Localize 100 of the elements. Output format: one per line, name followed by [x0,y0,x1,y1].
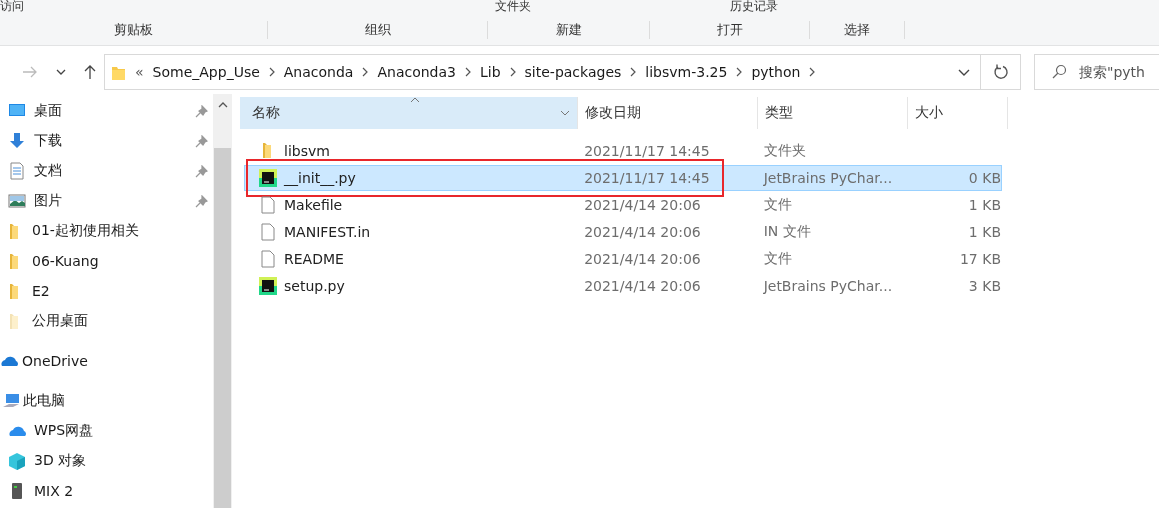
scrollbar[interactable] [213,94,232,508]
computer-icon [2,392,20,410]
breadcrumb-item[interactable]: Lib [480,64,501,80]
chevron-down-icon[interactable] [56,69,66,75]
breadcrumb-item[interactable]: python [751,64,801,80]
overflow-chevron[interactable]: « [135,64,144,80]
up-arrow-icon[interactable] [84,64,96,80]
column-header[interactable]: 类型 [758,97,908,129]
file-row[interactable]: libsvm 2021/11/17 14:45 文件夹 [244,138,1002,164]
file-row[interactable]: setup.py 2021/4/14 20:06 JetBrains PyChar... 3 KB [244,273,1002,299]
chevron-right-icon [268,67,275,77]
file-icon [259,250,277,268]
ribbon-label[interactable]: 历史记录 [730,0,778,12]
sidebar-label: 桌面 [34,102,62,120]
file-name: __init__.py [284,170,356,186]
ribbon-label[interactable]: 访问 [0,0,24,12]
file-size: 1 KB [968,224,1001,240]
breadcrumb-item[interactable]: site-packages [524,64,622,80]
chevron-right-icon [509,67,516,77]
file-icon [259,196,277,214]
file-size: 17 KB [959,251,1001,267]
sidebar-item[interactable]: E2 [0,276,213,306]
chevron-right-icon [809,67,816,77]
group-label: 选择 [810,20,905,39]
file-row[interactable]: README 2021/4/14 20:06 文件 17 KB [244,246,1002,272]
sidebar-item[interactable]: 公用桌面 [0,306,213,336]
scroll-thumb[interactable] [214,148,231,508]
breadcrumb-item[interactable]: Anaconda [283,64,354,80]
refresh-icon [992,64,1009,80]
file-type: 文件夹 [763,142,806,160]
file-date: 2021/4/14 20:06 [584,278,701,294]
column-header[interactable]: 名称 [240,97,578,129]
refresh-button[interactable] [981,54,1021,90]
search-icon [1051,64,1067,80]
file-type: IN 文件 [763,223,811,241]
sidebar-label: MIX 2 [34,483,74,499]
chevron-right-icon [362,67,369,77]
file-size: 0 KB [968,170,1001,186]
chevron-down-icon [560,110,570,116]
sidebar-label: 01-起初使用相关 [32,222,139,240]
sidebar-item[interactable]: MIX 2 [0,476,213,506]
chevron-right-icon [465,67,471,77]
address-bar[interactable]: « Some_App_Use Anaconda Anaconda3 Lib site-packages libsvm-3.25 python [104,54,981,90]
file-icon [259,223,277,241]
sidebar-item[interactable]: WPS网盘 [0,416,213,446]
file-date: 2021/4/14 20:06 [584,251,701,267]
file-row[interactable]: Makefile 2021/4/14 20:06 文件 1 KB [244,192,1002,218]
file-name: libsvm [284,143,330,159]
sidebar-label: 文档 [34,162,62,180]
sidebar-item[interactable]: OneDrive [0,346,213,376]
chevron-right-icon [630,67,637,77]
group-label: 剪贴板 [0,20,268,39]
search-box[interactable]: 搜索"pyth [1034,54,1159,90]
file-type: 文件 [763,250,792,268]
breadcrumb-item[interactable]: libsvm-3.25 [645,64,728,80]
picture-icon [8,192,26,210]
chevron-down-icon [958,68,970,76]
sidebar-label: 下载 [34,132,62,150]
column-header[interactable]: 大小 [908,97,1008,129]
file-type: 文件 [763,196,792,214]
down-arrow-icon [8,132,26,150]
file-name: README [284,251,344,267]
sidebar-item[interactable]: 06-Kuang [0,246,213,276]
file-date: 2021/11/17 14:45 [584,170,710,186]
group-label: 新建 [488,20,650,39]
file-size: 3 KB [968,278,1001,294]
file-date: 2021/4/14 20:06 [584,197,701,213]
sidebar-label: OneDrive [22,353,88,369]
forward-icon[interactable] [22,66,38,78]
search-input[interactable]: 搜索"pyth [1079,55,1159,89]
file-size: 1 KB [968,197,1001,213]
sidebar-item[interactable]: 下载 [0,126,213,156]
group-label: 打开 [650,20,810,39]
sidebar-label: WPS网盘 [34,422,94,440]
chevron-right-icon [736,67,743,77]
file-date: 2021/11/17 14:45 [584,143,710,159]
sidebar-item[interactable]: 图片 [0,186,213,216]
breadcrumb-item[interactable]: Anaconda3 [377,64,456,80]
sidebar-label: 图片 [34,192,62,210]
sidebar-label: 公用桌面 [32,312,88,330]
sidebar-item[interactable]: 此电脑 [0,386,213,416]
ribbon-label[interactable]: 文件夹 [495,0,531,12]
sidebar-label: 06-Kuang [32,253,99,269]
file-type: JetBrains PyChar... [763,278,893,294]
sidebar-item[interactable]: 3D 对象 [0,446,213,476]
breadcrumb-item[interactable]: Some_App_Use [152,64,260,80]
file-row[interactable]: MANIFEST.in 2021/4/14 20:06 IN 文件 1 KB [244,219,1002,245]
file-type: JetBrains PyChar... [763,170,893,186]
sidebar-item[interactable]: 01-起初使用相关 [0,216,213,246]
sidebar-label: 此电脑 [23,392,65,410]
file-row[interactable]: __init__.py 2021/11/17 14:45 JetBrains PyChar... 0 KB [244,165,1002,191]
column-header[interactable]: 修改日期 [578,97,758,129]
file-name: MANIFEST.in [284,224,371,240]
group-label: 组织 [268,20,488,39]
sidebar-item[interactable]: 桌面 [0,96,213,126]
app-icon [259,277,277,295]
document-icon [8,162,26,180]
sidebar-item[interactable]: 文档 [0,156,213,186]
sidebar-label: 3D 对象 [34,452,87,470]
app-icon [259,169,277,187]
